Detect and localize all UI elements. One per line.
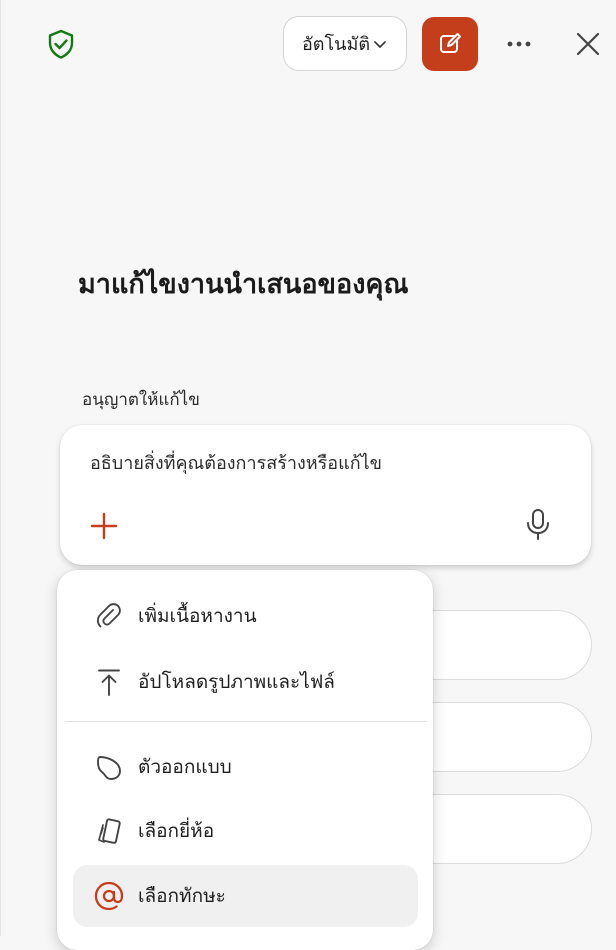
mode-dropdown-label: อัตโนมัติ [301, 34, 371, 55]
menu-item-label: เพิ่มเนื้อหางาน [138, 605, 257, 627]
close-button[interactable] [570, 26, 606, 62]
prompt-input[interactable] [90, 449, 550, 477]
menu-item-label: อัปโหลดรูปภาพและไฟล์ [138, 671, 335, 693]
prompt-box [60, 425, 591, 565]
brand-kit-icon [91, 813, 127, 849]
new-edit-button[interactable] [422, 17, 478, 71]
more-horizontal-icon [507, 41, 531, 47]
shield-icon [44, 27, 78, 61]
menu-item-upload[interactable]: อัปโหลดรูปภาพและไฟล์ [73, 651, 418, 713]
close-icon [576, 32, 600, 56]
plus-icon [90, 512, 118, 540]
compose-icon [440, 33, 461, 53]
menu-item-brand[interactable]: เลือกยี่ห้อ [73, 800, 418, 862]
microphone-button[interactable] [522, 507, 554, 543]
page-title: มาแก้ไขงานนำเสนอของคุณ [78, 269, 409, 300]
menu-item-add-work-content[interactable]: เพิ่มเนื้อหางาน [73, 585, 418, 647]
designer-icon [91, 749, 127, 785]
paperclip-icon [91, 598, 127, 634]
upload-icon [91, 664, 127, 700]
mode-dropdown[interactable]: อัตโนมัติ [283, 16, 407, 71]
menu-item-label: เลือกยี่ห้อ [138, 820, 215, 842]
window-edge [0, 0, 1, 936]
permission-label: อนุญาตให้แก้ไข [82, 390, 200, 410]
menu-item-label: ตัวออกแบบ [138, 756, 232, 778]
menu-item-designer[interactable]: ตัวออกแบบ [73, 736, 418, 798]
menu-divider [65, 721, 427, 722]
microphone-icon [527, 509, 549, 540]
at-sign-icon [91, 878, 127, 914]
chevron-down-icon [374, 40, 386, 48]
menu-item-skills[interactable]: เลือกทักษะ [73, 865, 418, 927]
add-menu-popup: เพิ่มเนื้อหางาน อัปโหลดรูปภาพและไฟล์ ตัว… [57, 570, 433, 950]
more-options-button[interactable] [500, 28, 538, 60]
menu-item-label: เลือกทักษะ [138, 885, 226, 907]
add-button[interactable] [86, 508, 122, 544]
